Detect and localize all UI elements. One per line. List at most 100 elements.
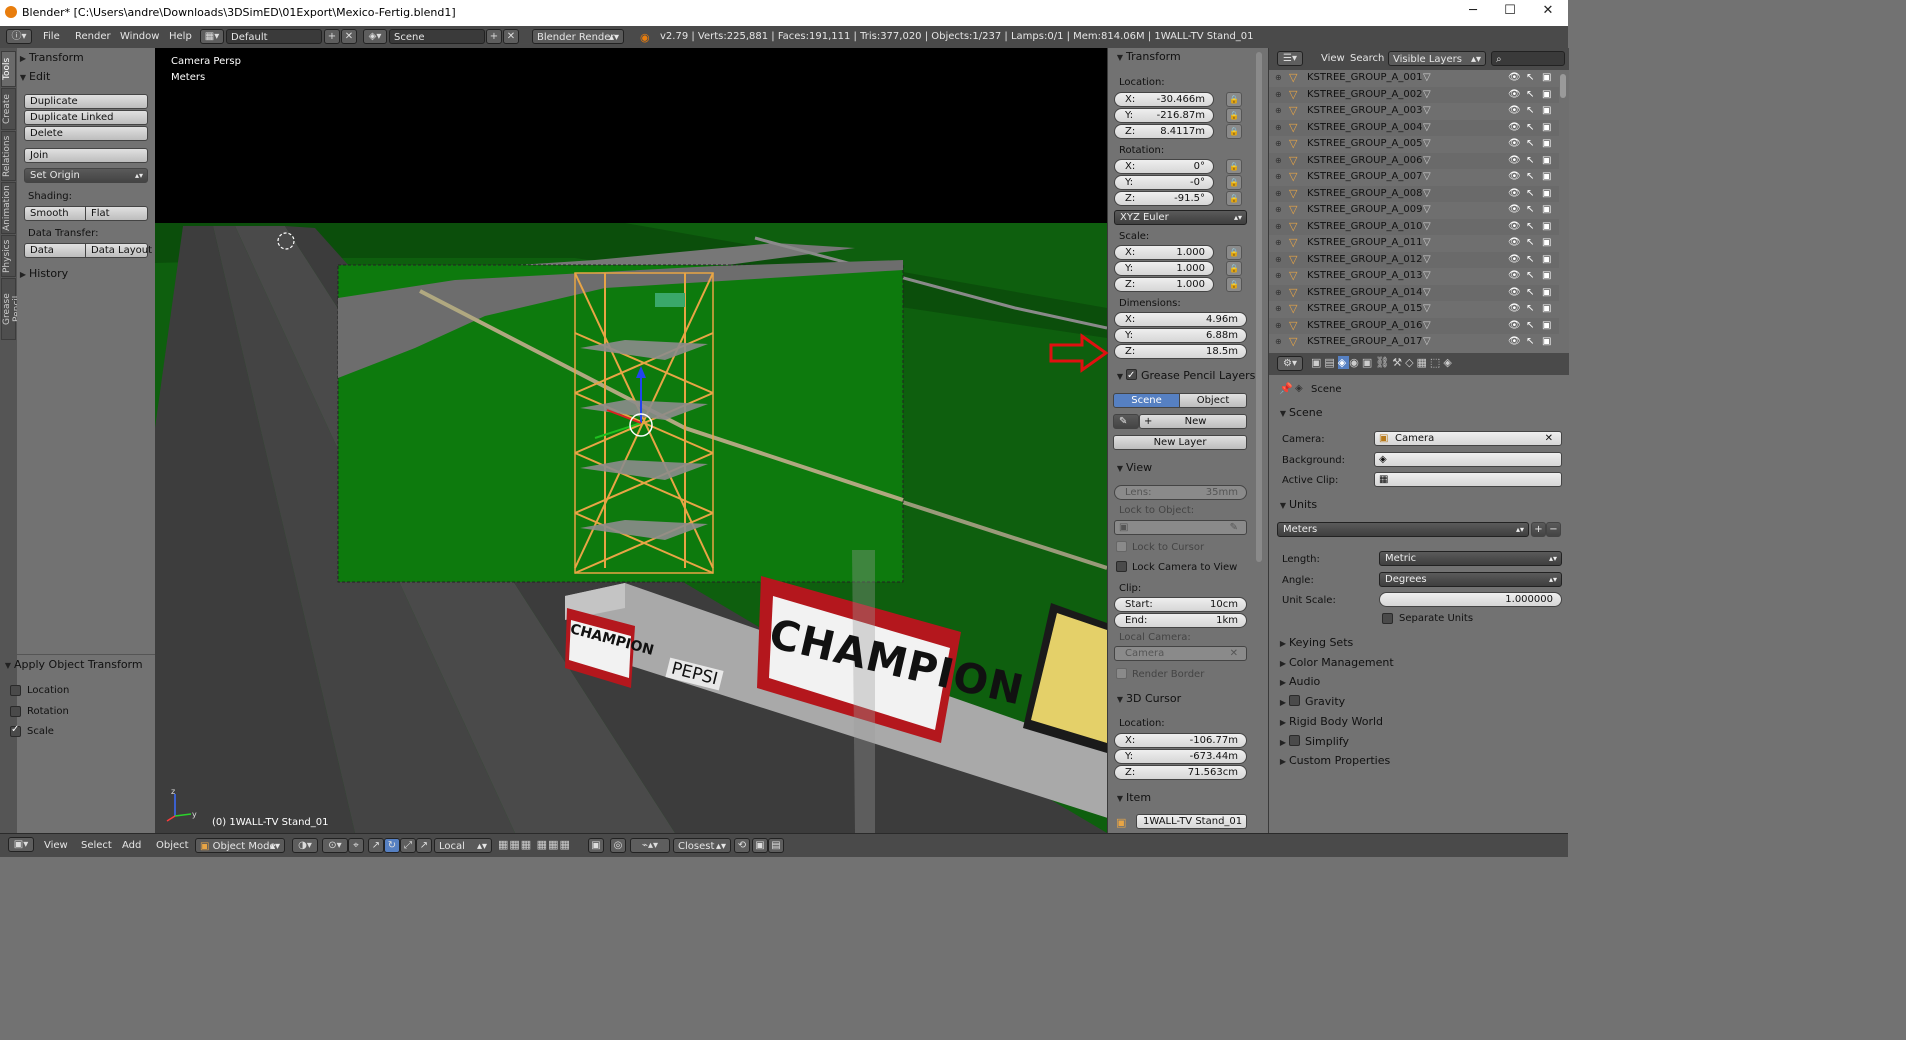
separate-units-checkbox[interactable] bbox=[1382, 613, 1393, 624]
visibility-eye-icon[interactable]: 👁 bbox=[1508, 103, 1521, 119]
gp-scene-button[interactable]: Scene bbox=[1113, 393, 1180, 408]
remove-unit-preset-icon[interactable]: − bbox=[1546, 522, 1561, 537]
3d-viewport[interactable]: Camera Persp Meters CHAMPION CHAMPION PE… bbox=[155, 48, 1107, 833]
expand-icon[interactable]: ⊕ bbox=[1275, 252, 1282, 268]
bottom-menu-add[interactable]: Add bbox=[122, 840, 141, 851]
outliner-row[interactable]: ⊕ ▽ KSTREE_GROUP_A_011 ▽ 👁 ↖ ▣ bbox=[1269, 235, 1559, 251]
selectable-arrow-icon[interactable]: ↖ bbox=[1526, 87, 1534, 103]
lock-location-x-icon[interactable]: 🔒 bbox=[1226, 92, 1242, 107]
outliner-display-select[interactable]: Visible Layers ▴▾ bbox=[1388, 51, 1486, 66]
render-border-checkbox[interactable] bbox=[1116, 668, 1127, 679]
gp-object-button[interactable]: Object bbox=[1179, 393, 1247, 408]
expand-icon[interactable]: ⊕ bbox=[1275, 87, 1282, 103]
rotation-mode-select[interactable]: XYZ Euler ▴▾ bbox=[1114, 210, 1247, 225]
expand-icon[interactable]: ⊕ bbox=[1275, 153, 1282, 169]
delete-button[interactable]: Delete bbox=[24, 126, 148, 141]
unit-scale-field[interactable]: 1.000000 bbox=[1379, 592, 1562, 607]
dimensions-x-field[interactable]: X: 4.96m bbox=[1114, 312, 1247, 327]
renderable-camera-icon[interactable]: ▣ bbox=[1542, 334, 1551, 350]
menu-window[interactable]: Window bbox=[120, 31, 159, 42]
lock-location-y-icon[interactable]: 🔒 bbox=[1226, 108, 1242, 123]
transform-orientation-select[interactable]: Local ▴▾ bbox=[434, 838, 492, 853]
expand-icon[interactable]: ⊕ bbox=[1275, 202, 1282, 218]
properties-editor-icon[interactable]: ⚙▾ bbox=[1277, 356, 1303, 371]
local-camera-field[interactable]: Camera ✕ bbox=[1114, 646, 1247, 661]
selectable-arrow-icon[interactable]: ↖ bbox=[1526, 334, 1534, 350]
lens-field[interactable]: Lens: 35mm bbox=[1114, 485, 1247, 500]
rotation-y-field[interactable]: Y: -0° bbox=[1114, 175, 1214, 190]
dimensions-z-field[interactable]: Z: 18.5m bbox=[1114, 344, 1247, 359]
duplicate-button[interactable]: Duplicate bbox=[24, 94, 148, 109]
expand-icon[interactable]: ⊕ bbox=[1275, 285, 1282, 301]
pivot-point-icon[interactable]: ⊙▾ bbox=[322, 838, 348, 853]
close-button[interactable]: ✕ bbox=[1533, 3, 1563, 23]
location-z-field[interactable]: Z: 8.4117m bbox=[1114, 124, 1214, 139]
renderable-camera-icon[interactable]: ▣ bbox=[1542, 235, 1551, 251]
editor-type-info-icon[interactable]: ⓘ▾ bbox=[6, 29, 32, 44]
lock-layers-icon[interactable]: ▣ bbox=[588, 838, 604, 853]
background-field[interactable]: ◈ bbox=[1374, 452, 1562, 467]
npanel-scrollbar[interactable] bbox=[1256, 52, 1262, 562]
expand-icon[interactable]: ⊕ bbox=[1275, 120, 1282, 136]
bottom-menu-view[interactable]: View bbox=[44, 840, 68, 851]
cursor-y-field[interactable]: Y: -673.44m bbox=[1114, 749, 1247, 764]
snap-rotation-icon[interactable]: ⟲ bbox=[734, 838, 750, 853]
expand-icon[interactable]: ⊕ bbox=[1275, 186, 1282, 202]
tab-physics[interactable]: Physics bbox=[1, 235, 16, 277]
visibility-eye-icon[interactable]: 👁 bbox=[1508, 334, 1521, 350]
length-select[interactable]: Metric ▴▾ bbox=[1379, 551, 1562, 566]
renderable-camera-icon[interactable]: ▣ bbox=[1542, 136, 1551, 152]
outliner-row[interactable]: ⊕ ▽ KSTREE_GROUP_A_015 ▽ 👁 ↖ ▣ bbox=[1269, 301, 1559, 317]
panel-transform-header[interactable]: ▶ Transform bbox=[17, 49, 155, 67]
data-layout-button[interactable]: Data Layout bbox=[85, 243, 152, 258]
visibility-eye-icon[interactable]: 👁 bbox=[1508, 219, 1521, 235]
renderable-camera-icon[interactable]: ▣ bbox=[1542, 153, 1551, 169]
lock-scale-z-icon[interactable]: 🔒 bbox=[1226, 277, 1242, 292]
smooth-button[interactable]: Smooth bbox=[24, 206, 86, 221]
location-y-field[interactable]: Y: -216.87m bbox=[1114, 108, 1214, 123]
render-preview-icon[interactable]: ▣ bbox=[752, 838, 768, 853]
gp-pencil-icon[interactable]: ✎ bbox=[1113, 414, 1139, 429]
audio-header[interactable]: ▶ Audio bbox=[1277, 673, 1577, 691]
unit-preset-select[interactable]: Meters ▴▾ bbox=[1277, 522, 1529, 537]
cursor-z-field[interactable]: Z: 71.563cm bbox=[1114, 765, 1247, 780]
expand-icon[interactable]: ⊕ bbox=[1275, 235, 1282, 251]
lock-scale-x-icon[interactable]: 🔒 bbox=[1226, 245, 1242, 260]
apply-rotation-checkbox[interactable] bbox=[10, 706, 21, 717]
expand-icon[interactable]: ⊕ bbox=[1275, 70, 1282, 86]
renderable-camera-icon[interactable]: ▣ bbox=[1542, 202, 1551, 218]
add-scene-icon[interactable]: + bbox=[486, 29, 502, 44]
apply-scale-checkbox[interactable] bbox=[10, 724, 21, 737]
apply-location-checkbox[interactable] bbox=[10, 685, 21, 696]
cursor-x-field[interactable]: X: -106.77m bbox=[1114, 733, 1247, 748]
outliner-row[interactable]: ⊕ ▽ KSTREE_GROUP_A_003 ▽ 👁 ↖ ▣ bbox=[1269, 103, 1559, 119]
add-unit-preset-icon[interactable]: + bbox=[1531, 522, 1546, 537]
expand-icon[interactable]: ⊕ bbox=[1275, 334, 1282, 350]
outliner-row[interactable]: ⊕ ▽ KSTREE_GROUP_A_004 ▽ 👁 ↖ ▣ bbox=[1269, 119, 1559, 136]
expand-icon[interactable]: ⊕ bbox=[1275, 318, 1282, 334]
panel-edit-header[interactable]: ▼ Edit bbox=[17, 68, 155, 86]
outliner-row[interactable]: ⊕ ▽ KSTREE_GROUP_A_002 ▽ 👁 ↖ ▣ bbox=[1269, 86, 1559, 103]
visibility-eye-icon[interactable]: 👁 bbox=[1508, 153, 1521, 169]
lock-rotation-y-icon[interactable]: 🔒 bbox=[1226, 175, 1242, 190]
selectable-arrow-icon[interactable]: ↖ bbox=[1526, 202, 1534, 218]
layers-grid-icon[interactable]: ▦▦▦ ▦▦▦ bbox=[498, 838, 571, 851]
screen-layout-field[interactable]: Default bbox=[226, 29, 322, 44]
visibility-eye-icon[interactable]: 👁 bbox=[1508, 268, 1521, 284]
gp-new-button[interactable]: + New bbox=[1139, 414, 1247, 429]
renderable-camera-icon[interactable]: ▣ bbox=[1542, 169, 1551, 185]
minimize-button[interactable]: ─ bbox=[1458, 3, 1488, 23]
tab-create[interactable]: Create bbox=[1, 88, 16, 130]
outliner-row[interactable]: ⊕ ▽ KSTREE_GROUP_A_006 ▽ 👁 ↖ ▣ bbox=[1269, 152, 1559, 169]
viewport-shading-icon[interactable]: ◑▾ bbox=[292, 838, 318, 853]
expand-icon[interactable]: ⊕ bbox=[1275, 136, 1282, 152]
selectable-arrow-icon[interactable]: ↖ bbox=[1526, 103, 1534, 119]
join-button[interactable]: Join bbox=[24, 148, 148, 163]
renderable-camera-icon[interactable]: ▣ bbox=[1542, 301, 1551, 317]
selectable-arrow-icon[interactable]: ↖ bbox=[1526, 136, 1534, 152]
remove-screen-icon[interactable]: ✕ bbox=[341, 29, 357, 44]
expand-icon[interactable]: ⊕ bbox=[1275, 103, 1282, 119]
selectable-arrow-icon[interactable]: ↖ bbox=[1526, 219, 1534, 235]
visibility-eye-icon[interactable]: 👁 bbox=[1508, 252, 1521, 268]
dimensions-y-field[interactable]: Y: 6.88m bbox=[1114, 328, 1247, 343]
